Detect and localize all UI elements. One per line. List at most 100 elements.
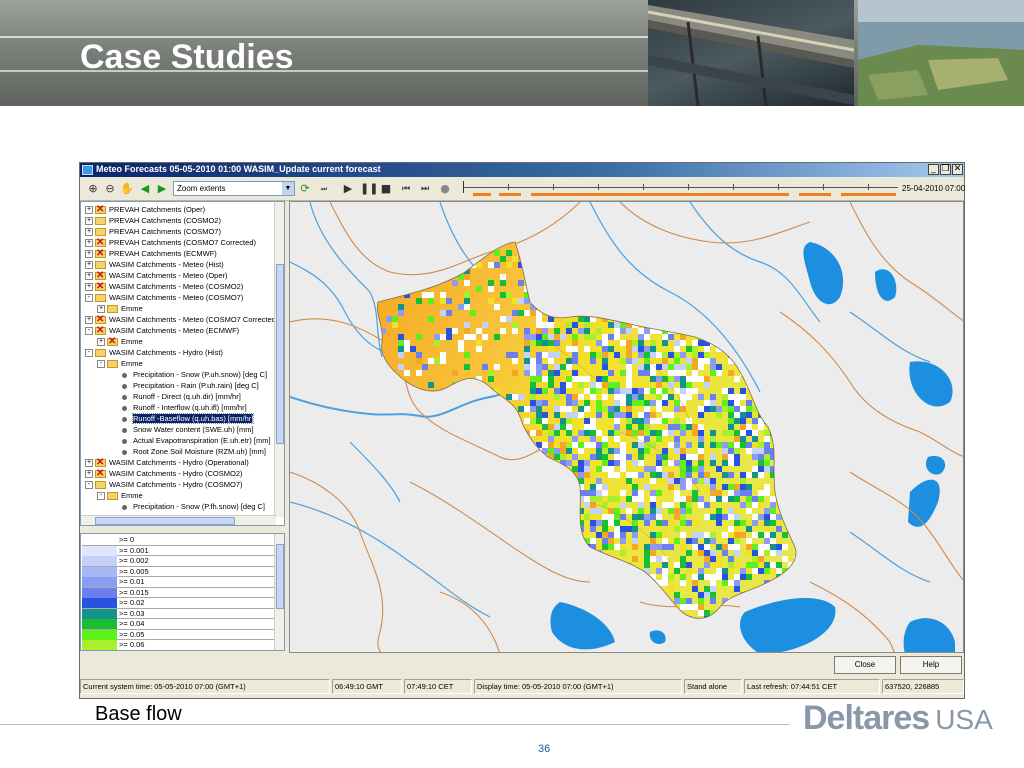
- expand-icon[interactable]: +: [85, 206, 93, 215]
- tree-item[interactable]: Precipitation - Rain (P.uh.rain) [deg C]: [109, 380, 259, 391]
- stop-icon[interactable]: ■: [379, 182, 393, 196]
- forward-icon[interactable]: ▶: [155, 182, 169, 196]
- close-button[interactable]: Close: [834, 656, 896, 674]
- tree-item[interactable]: Precipitation - Snow (P.uh.snow) [deg C]: [109, 369, 267, 380]
- scroll-thumb[interactable]: [276, 544, 284, 609]
- collapse-icon[interactable]: -: [85, 294, 93, 303]
- raster-cell: [650, 418, 656, 424]
- legend-scrollbar[interactable]: [274, 534, 284, 650]
- tree-item[interactable]: - WASIM Catchments - Meteo (COSMO7): [85, 292, 243, 303]
- collapse-icon[interactable]: -: [97, 492, 105, 501]
- tree-item[interactable]: +WASIM Catchments - Hydro (Operational): [85, 457, 249, 468]
- back-icon[interactable]: ◀: [138, 182, 152, 196]
- tree-item[interactable]: Snow Water content (SWE.uh) [mm]: [109, 424, 254, 435]
- raster-cell: [578, 508, 584, 514]
- tree-item[interactable]: Root Zone Soil Moisture (RZM.uh) [mm]: [109, 446, 266, 457]
- raster-cell: [740, 442, 746, 448]
- pause-icon[interactable]: ❚❚: [360, 182, 378, 196]
- raster-cell: [458, 520, 464, 526]
- expand-icon[interactable]: +: [85, 239, 93, 248]
- zoom-select[interactable]: Zoom extents ▼: [173, 181, 295, 196]
- timeline-handle[interactable]: [463, 181, 464, 193]
- expand-icon[interactable]: +: [85, 272, 93, 281]
- expand-icon[interactable]: +: [85, 261, 93, 270]
- collapse-icon[interactable]: -: [85, 481, 93, 490]
- collapse-icon[interactable]: -: [85, 349, 93, 358]
- expand-icon[interactable]: +: [85, 316, 93, 325]
- tree-item[interactable]: +WASIM Catchments - Meteo (COSMO7 Correc…: [85, 314, 278, 325]
- raster-cell: [386, 286, 392, 292]
- play-icon[interactable]: ▶: [341, 182, 355, 196]
- tree-item[interactable]: - Emme: [97, 358, 143, 369]
- close-window-button[interactable]: ✕: [952, 164, 963, 175]
- maximize-button[interactable]: ❐: [940, 164, 951, 175]
- skip-forward-icon[interactable]: ⏭: [418, 182, 432, 196]
- expand-icon[interactable]: +: [85, 217, 93, 226]
- tree-item[interactable]: - WASIM Catchments - Hydro (Hist): [85, 347, 223, 358]
- map-view[interactable]: [289, 201, 964, 653]
- tree-item[interactable]: +Emme: [97, 336, 143, 347]
- tree-item[interactable]: + PREVAH Catchments (COSMO7): [85, 226, 221, 237]
- scroll-thumb[interactable]: [276, 264, 284, 444]
- zoom-out-icon[interactable]: ⊖: [103, 182, 117, 196]
- tree-vertical-scrollbar[interactable]: [274, 202, 284, 517]
- tree-item[interactable]: Runoff - Direct (q.uh.dir) [mm/hr]: [109, 391, 241, 402]
- map-canvas[interactable]: [290, 202, 964, 653]
- expand-icon[interactable]: +: [97, 305, 105, 314]
- raster-cell: [554, 280, 560, 286]
- collapse-icon[interactable]: -: [85, 327, 93, 336]
- timeline-slider[interactable]: [463, 181, 898, 197]
- expand-icon[interactable]: +: [85, 228, 93, 237]
- raster-cell: [512, 568, 518, 574]
- tree-item[interactable]: +PREVAH Catchments (COSMO7 Corrected): [85, 237, 256, 248]
- expand-icon[interactable]: +: [85, 470, 93, 479]
- raster-cell: [710, 274, 716, 280]
- raster-cell: [410, 580, 416, 586]
- tree-horizontal-scrollbar[interactable]: [81, 515, 276, 525]
- raster-cell: [578, 550, 584, 556]
- refresh-icon[interactable]: ⟳: [298, 182, 312, 196]
- tree-item[interactable]: Actual Evapotranspiration (E.uh.etr) [mm…: [109, 435, 271, 446]
- location-tree[interactable]: +PREVAH Catchments (Oper)+PREVAH Catchme…: [80, 201, 285, 526]
- tree-item[interactable]: +WASIM Catchments - Meteo (Oper): [85, 270, 228, 281]
- raster-cell: [764, 250, 770, 256]
- expand-icon[interactable]: +: [97, 338, 105, 347]
- raster-cell: [740, 484, 746, 490]
- raster-cell: [572, 454, 578, 460]
- step-icon[interactable]: ⏭: [317, 182, 331, 196]
- raster-cell: [494, 610, 500, 616]
- raster-cell: [536, 412, 542, 418]
- tree-item[interactable]: +WASIM Catchments - Meteo (COSMO2): [85, 281, 243, 292]
- tree-item[interactable]: - WASIM Catchments - Hydro (COSMO7): [85, 479, 243, 490]
- raster-cell: [704, 562, 710, 568]
- help-button[interactable]: Help: [900, 656, 962, 674]
- tree-item[interactable]: Runoff - Interflow (q.uh.ifl) [mm/hr]: [109, 402, 247, 413]
- tree-item[interactable]: Precipitation - Snow (P.fh.snow) [deg C]: [109, 501, 265, 512]
- tree-item-label: Precipitation - Snow (P.uh.snow) [deg C]: [133, 370, 268, 379]
- raster-cell: [608, 430, 614, 436]
- tree-item[interactable]: + PREVAH Catchments (COSMO2): [85, 215, 221, 226]
- tree-item[interactable]: +WASIM Catchments - Hydro (COSMO2): [85, 468, 243, 479]
- collapse-icon[interactable]: -: [97, 360, 105, 369]
- minimize-button[interactable]: _: [928, 164, 939, 175]
- expand-icon[interactable]: +: [85, 250, 93, 259]
- raster-cell: [776, 562, 782, 568]
- skip-back-icon[interactable]: ⏮: [399, 182, 413, 196]
- raster-cell: [404, 478, 410, 484]
- tree-item[interactable]: +Emme: [97, 303, 143, 314]
- raster-cell: [794, 502, 796, 508]
- chevron-down-icon[interactable]: ▼: [282, 182, 294, 195]
- pan-hand-icon[interactable]: ✋: [120, 182, 134, 196]
- record-icon[interactable]: ●: [438, 182, 452, 196]
- tree-item[interactable]: Runoff -Baseflow (q.uh.bas) [mm/hr]: [109, 413, 255, 424]
- tree-item[interactable]: - Emme: [97, 490, 143, 501]
- scroll-thumb[interactable]: [95, 517, 235, 525]
- zoom-in-icon[interactable]: ⊕: [86, 182, 100, 196]
- expand-icon[interactable]: +: [85, 283, 93, 292]
- tree-item[interactable]: +PREVAH Catchments (ECMWF): [85, 248, 217, 259]
- tree-item[interactable]: -WASIM Catchments - Meteo (ECMWF): [85, 325, 239, 336]
- tree-item[interactable]: + WASIM Catchments - Meteo (Hist): [85, 259, 224, 270]
- raster-cell: [734, 322, 740, 328]
- tree-item[interactable]: +PREVAH Catchments (Oper): [85, 204, 205, 215]
- expand-icon[interactable]: +: [85, 459, 93, 468]
